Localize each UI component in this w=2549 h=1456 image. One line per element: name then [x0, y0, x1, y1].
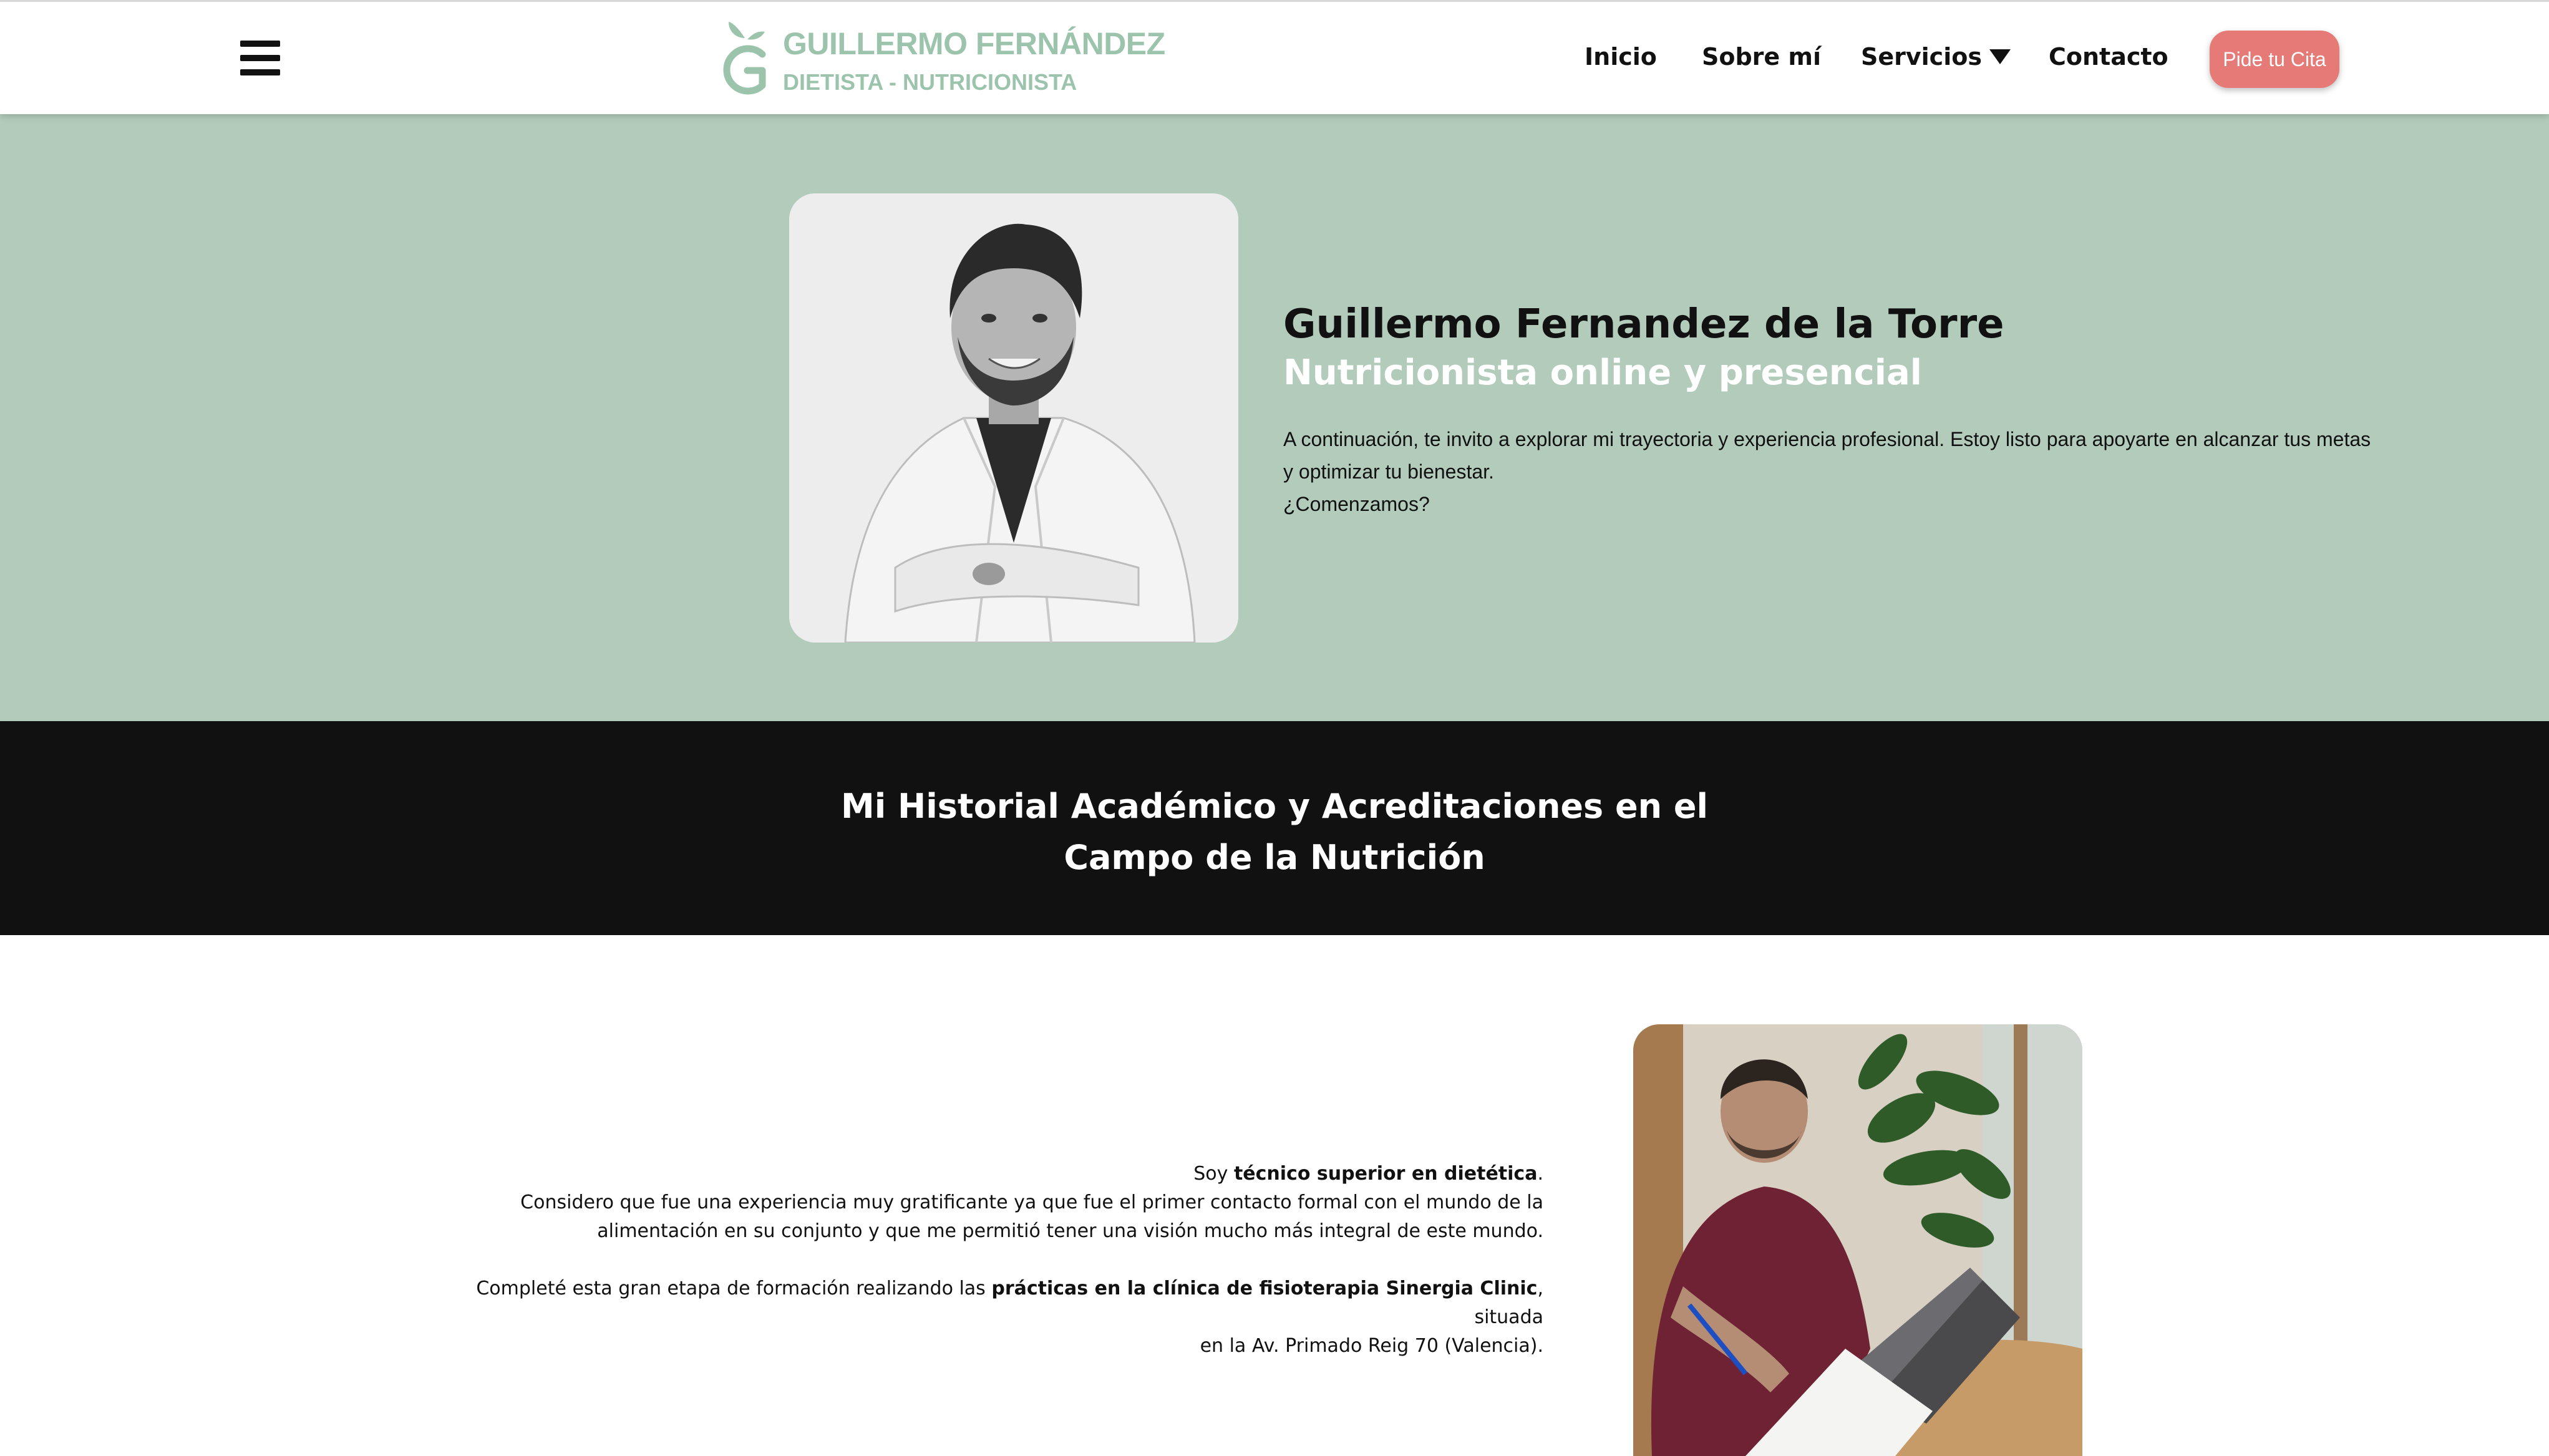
logo-subtitle: DIETISTA - NUTRICIONISTA — [783, 69, 1077, 95]
apple-g-logo-icon — [723, 22, 766, 95]
nav-sobre-mi[interactable]: Sobre mí — [1702, 43, 1821, 70]
education-line: alimentación en su conjunto y que me per… — [597, 1220, 1543, 1242]
working-photo — [1633, 1024, 2082, 1456]
education-line: Considero que fue una experiencia muy gr… — [520, 1191, 1543, 1213]
education-line: Soy técnico superior en dietética. — [1193, 1163, 1543, 1185]
education-section: Soy técnico superior en dietética. Consi… — [0, 935, 2549, 1456]
section-heading-line: Campo de la Nutrición — [1064, 838, 1485, 877]
hero-intro-line: A continuación, te invito a explorar mi … — [1283, 428, 2371, 450]
hero-intro-line: y optimizar tu bienestar. — [1283, 460, 1494, 483]
site-logo[interactable]: GUILLERMO FERNÁNDEZ DIETISTA - NUTRICION… — [717, 19, 1165, 100]
hero-role: Nutricionista online y presencial — [1283, 352, 1922, 393]
academic-history-band: Mi Historial Académico y Acreditaciones … — [0, 721, 2549, 935]
hero-section: Guillermo Fernandez de la Torre Nutricio… — [0, 114, 2549, 721]
nav-servicios[interactable]: Servicios — [1861, 43, 2011, 70]
hamburger-menu-icon[interactable] — [240, 41, 280, 75]
hero-intro-question: ¿Comenzamos? — [1283, 493, 1430, 515]
portrait-photo — [789, 193, 1238, 643]
nav-contacto[interactable]: Contacto — [2049, 43, 2168, 70]
nav-inicio[interactable]: Inicio — [1585, 43, 1657, 70]
education-highlight: prácticas en la clínica de fisioterapia … — [991, 1278, 1538, 1299]
education-highlight: técnico superior en dietética — [1233, 1163, 1538, 1185]
education-text: Soy técnico superior en dietética. Consi… — [420, 1160, 1543, 1361]
site-header: GUILLERMO FERNÁNDEZ DIETISTA - NUTRICION… — [0, 0, 2549, 114]
logo-title: GUILLERMO FERNÁNDEZ — [783, 26, 1165, 61]
education-line: Completé esta gran etapa de formación re… — [476, 1278, 1543, 1328]
nav-servicios-label: Servicios — [1861, 43, 1982, 70]
education-line: en la Av. Primado Reig 70 (Valencia). — [1200, 1335, 1543, 1357]
pide-tu-cita-button[interactable]: Pide tu Cita — [2210, 31, 2339, 88]
section-heading: Mi Historial Académico y Acreditaciones … — [0, 781, 2549, 883]
caret-down-icon — [1989, 49, 2011, 64]
hero-name: Guillermo Fernandez de la Torre — [1283, 301, 2004, 347]
hero-intro-text: A continuación, te invito a explorar mi … — [1283, 423, 2394, 520]
section-heading-line: Mi Historial Académico y Acreditaciones … — [841, 787, 1708, 826]
